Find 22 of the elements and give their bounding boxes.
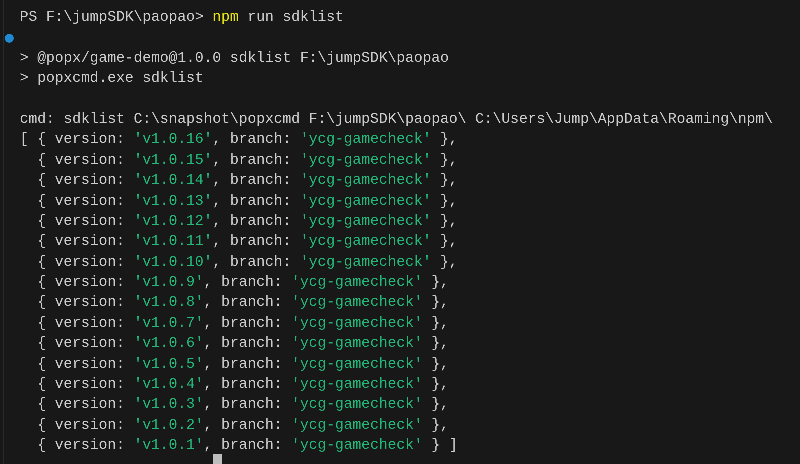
terminal-line: { version: 'v1.0.1', branch: 'ycg-gamecheck' } ] <box>36 437 459 456</box>
terminal-line: PS F:\jumpSDK\paopao> npm run sdklist <box>20 9 346 28</box>
terminal-line: > popxcmd.exe sdklist <box>20 70 205 90</box>
terminal-line: { version: 'v1.0.9', branch: 'ycg-gamecheck' }, <box>36 274 450 294</box>
terminal-line: cmd: sdklist C:\snapshot\popxcmd F:\jumpSDK\paopao\ C:\Users\Jump\AppData\Roaming\npm\ <box>20 110 774 130</box>
terminal-line: [ { version: 'v1.0.16', branch: 'ycg-gamecheck' }, <box>20 131 459 150</box>
terminal-cursor <box>213 454 222 464</box>
terminal-line: { version: 'v1.0.12', branch: 'ycg-gamecheck' }, <box>36 212 459 232</box>
terminal-line: { version: 'v1.0.11', branch: 'ycg-gamecheck' }, <box>36 233 459 252</box>
terminal-line: { version: 'v1.0.6', branch: 'ycg-gamecheck' }, <box>36 335 450 354</box>
command-status-dot-icon <box>5 34 14 44</box>
terminal-line: { version: 'v1.0.8', branch: 'ycg-gamecheck' }, <box>36 294 450 314</box>
terminal-line: { version: 'v1.0.3', branch: 'ycg-gamecheck' }, <box>36 396 450 416</box>
terminal-line: { version: 'v1.0.14', branch: 'ycg-gamecheck' }, <box>36 172 459 192</box>
terminal-line: { version: 'v1.0.13', branch: 'ycg-gamecheck' }, <box>36 192 459 212</box>
terminal-line: { version: 'v1.0.2', branch: 'ycg-gamecheck' }, <box>36 416 450 436</box>
terminal-line: { version: 'v1.0.15', branch: 'ycg-gamecheck' }, <box>36 152 459 171</box>
terminal-line: { version: 'v1.0.7', branch: 'ycg-gamecheck' }, <box>36 314 450 334</box>
terminal-line: { version: 'v1.0.10', branch: 'ycg-gamecheck' }, <box>36 254 459 273</box>
terminal-line: { version: 'v1.0.4', branch: 'ycg-gamecheck' }, <box>36 376 450 396</box>
terminal-line: { version: 'v1.0.5', branch: 'ycg-gamecheck' }, <box>36 356 450 375</box>
terminal-line: > @popx/game-demo@1.0.0 sdklist F:\jumpSDK\paopao <box>20 50 450 69</box>
